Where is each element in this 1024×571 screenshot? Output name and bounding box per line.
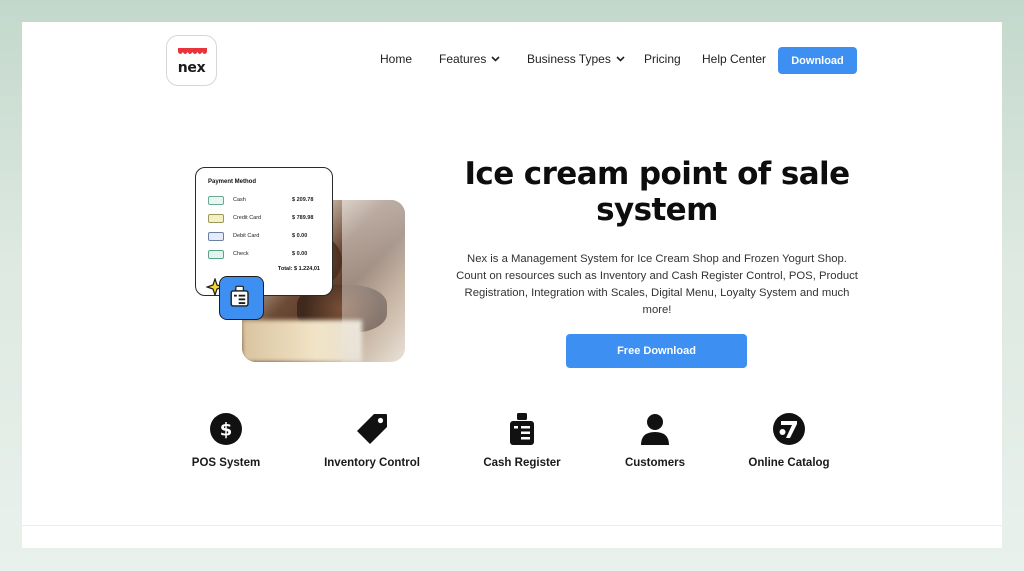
nav-features-label: Features <box>439 52 487 66</box>
chevron-down-icon <box>616 56 625 62</box>
debit-card-icon <box>208 231 224 241</box>
payment-value: $ 209.78 <box>292 197 314 203</box>
payment-row: Cash $ 209.78 <box>208 191 320 209</box>
feature-label: Customers <box>624 457 686 469</box>
payment-row: Check $ 0.00 <box>208 245 320 263</box>
nav-pricing[interactable]: Pricing <box>644 52 681 66</box>
nav-business-types-label: Business Types <box>527 52 611 66</box>
payment-value: $ 0.00 <box>292 251 308 257</box>
payment-row: Debit Card $ 0.00 <box>208 227 320 245</box>
nav-help-center[interactable]: Help Center <box>702 52 766 66</box>
nav-features[interactable]: Features <box>439 52 500 66</box>
nav-help-center-label: Help Center <box>702 52 767 66</box>
nav-home[interactable]: Home <box>380 52 412 66</box>
awning-icon <box>178 48 207 54</box>
logo[interactable]: nex <box>166 35 217 86</box>
payment-value: $ 789.98 <box>292 215 314 221</box>
download-button[interactable]: Download <box>778 47 857 74</box>
feature-inventory-control[interactable]: Inventory Control <box>302 412 442 469</box>
chevron-down-icon <box>491 56 500 62</box>
payment-row: Credit Card $ 789.98 <box>208 209 320 227</box>
dollar-icon: $ <box>210 413 242 445</box>
payment-value: $ 0.00 <box>292 233 308 239</box>
logo-text: nex <box>177 60 206 76</box>
catalog-icon <box>773 413 805 445</box>
user-icon <box>641 414 669 445</box>
page-card: nex Home Features Business Types Pricing… <box>22 22 1002 548</box>
feature-label: POS System <box>191 457 261 469</box>
feature-online-catalog[interactable]: Online Catalog <box>719 412 859 469</box>
payment-label: Debit Card <box>233 233 260 239</box>
svg-text:$: $ <box>220 420 233 441</box>
feature-pos-system[interactable]: $ POS System <box>156 412 296 469</box>
payment-card-title: Payment Method <box>208 179 257 185</box>
payment-label: Check <box>233 251 249 257</box>
hero-title: Ice cream point of sale system <box>464 156 850 228</box>
hero-description: Nex is a Management System for Ice Cream… <box>456 253 858 316</box>
feature-label: Inventory Control <box>324 457 420 469</box>
payment-label: Cash <box>233 197 246 203</box>
tag-icon <box>357 414 387 444</box>
payment-label: Credit Card <box>233 215 262 221</box>
payment-method-card: Payment Method Cash $ 209.78 Credit Card… <box>195 167 333 296</box>
nav-pricing-label: Pricing <box>644 52 681 66</box>
section-divider <box>22 525 1002 526</box>
credit-card-icon <box>208 213 224 223</box>
cash-register-icon <box>510 413 534 445</box>
feature-cash-register[interactable]: Cash Register <box>452 412 592 469</box>
cash-register-badge <box>219 276 264 320</box>
free-download-button[interactable]: Free Download <box>566 334 747 368</box>
cash-icon <box>208 195 224 205</box>
feature-label: Online Catalog <box>748 457 830 469</box>
feature-label: Cash Register <box>483 457 561 469</box>
payment-total: Total: $ 1.224,01 <box>277 266 320 272</box>
check-icon <box>208 249 224 259</box>
feature-customers[interactable]: Customers <box>585 412 725 469</box>
cash-register-icon <box>230 285 249 307</box>
nav-home-label: Home <box>380 52 413 66</box>
nav-business-types[interactable]: Business Types <box>527 52 625 66</box>
